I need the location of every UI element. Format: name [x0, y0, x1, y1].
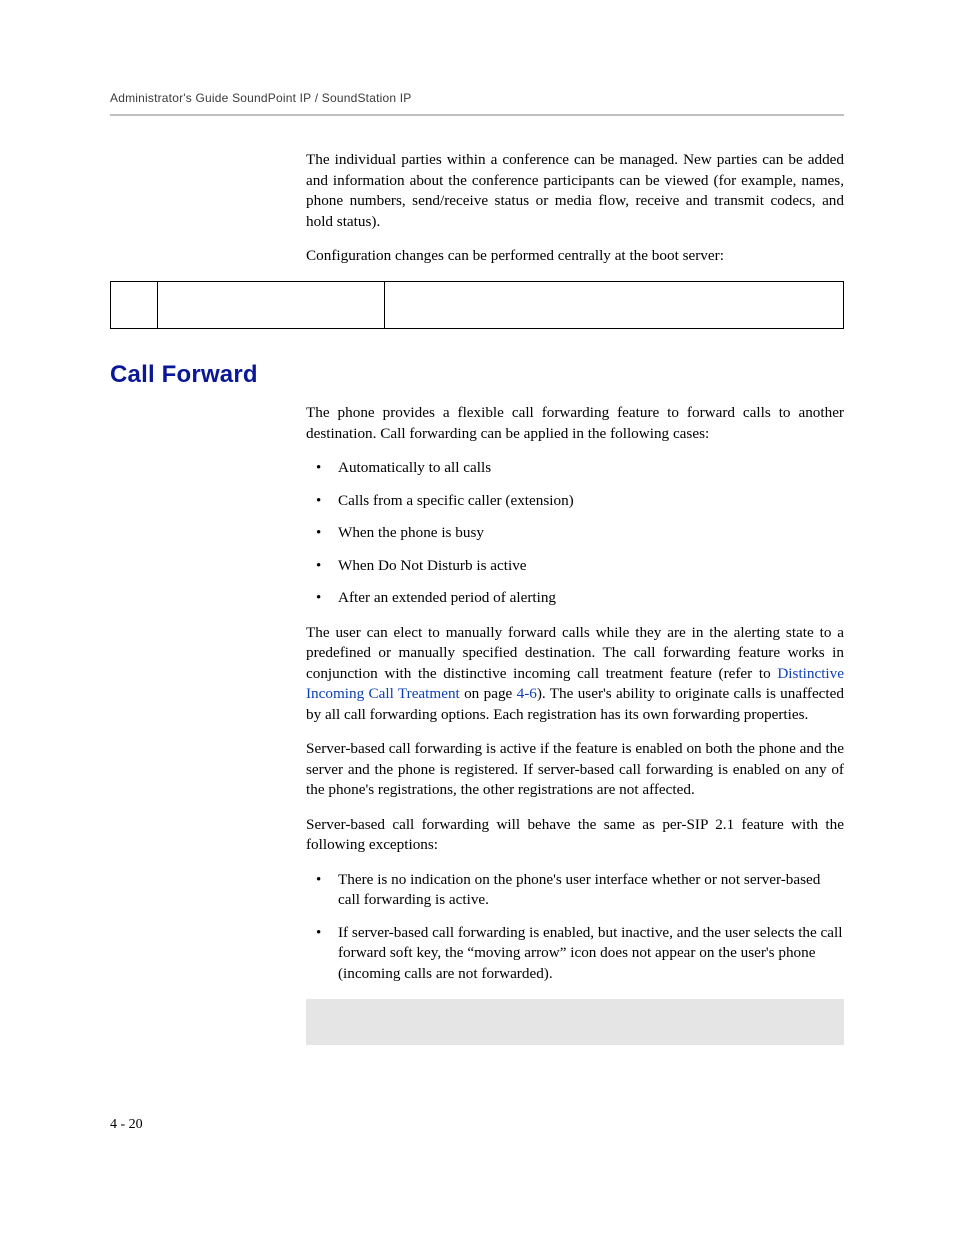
cf-paragraph-2: The user can elect to manually forward c…: [306, 623, 844, 726]
call-forward-block: The phone provides a flexible call forwa…: [306, 403, 844, 1044]
cf-bullet-list-2: There is no indication on the phone's us…: [306, 870, 844, 985]
list-item: If server-based call forwarding is enabl…: [306, 923, 844, 985]
table-cell: [385, 281, 844, 328]
page-container: Administrator's Guide SoundPoint IP / So…: [0, 0, 954, 1235]
table-cell: [111, 281, 158, 328]
xref-page-4-6[interactable]: 4-6: [517, 685, 537, 702]
table-row: [111, 281, 844, 328]
intro-block: The individual parties within a conferen…: [306, 150, 844, 267]
cf-p2-part-a: The user can elect to manually forward c…: [306, 624, 844, 682]
list-item: Calls from a specific caller (extension): [306, 491, 844, 512]
cf-paragraph-3: Server-based call forwarding is active i…: [306, 739, 844, 801]
page-number: 4 - 20: [110, 1116, 143, 1135]
list-item: After an extended period of alerting: [306, 588, 844, 609]
config-table: [110, 281, 844, 329]
cf-paragraph-4: Server-based call forwarding will behave…: [306, 815, 844, 856]
cf-p2-part-b: on page: [460, 685, 517, 702]
running-header: Administrator's Guide SoundPoint IP / So…: [110, 90, 844, 112]
cf-paragraph-1: The phone provides a flexible call forwa…: [306, 403, 844, 444]
intro-paragraph-1: The individual parties within a conferen…: [306, 150, 844, 232]
header-rule: [110, 114, 844, 116]
cf-bullet-list-1: Automatically to all calls Calls from a …: [306, 458, 844, 609]
list-item: When Do Not Disturb is active: [306, 556, 844, 577]
table-cell: [158, 281, 385, 328]
section-heading-call-forward: Call Forward: [110, 359, 844, 391]
intro-paragraph-2: Configuration changes can be performed c…: [306, 246, 844, 267]
list-item: There is no indication on the phone's us…: [306, 870, 844, 911]
note-box: [306, 999, 844, 1045]
list-item: Automatically to all calls: [306, 458, 844, 479]
list-item: When the phone is busy: [306, 523, 844, 544]
